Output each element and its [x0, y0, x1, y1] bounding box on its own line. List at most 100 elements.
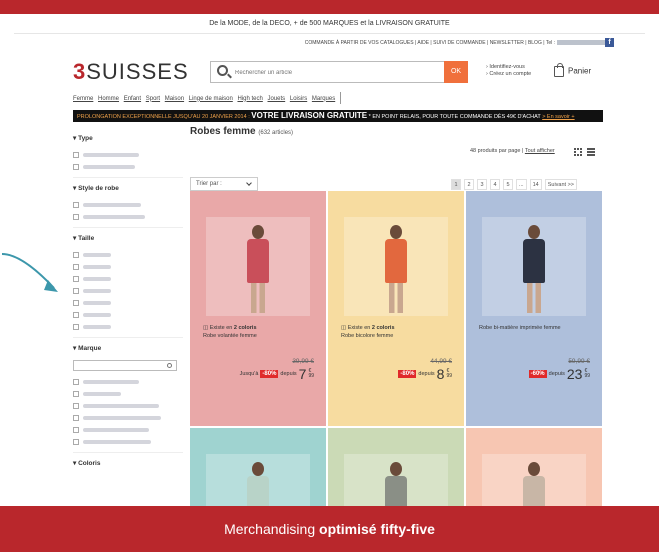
price-cents: €99	[584, 368, 590, 379]
page-ellipsis: ...	[516, 179, 527, 190]
sort-select[interactable]: Trier par :	[190, 177, 258, 191]
checkbox[interactable]	[73, 378, 79, 385]
list-view-icon[interactable]	[587, 148, 595, 156]
checkbox[interactable]	[73, 251, 79, 258]
page-14[interactable]: 14	[529, 179, 542, 190]
product-image[interactable]	[482, 454, 586, 506]
page-title: Robes femme (632 articles)	[190, 126, 294, 137]
nav-item-loisirs[interactable]: Loisirs	[290, 96, 307, 102]
page-5[interactable]: 5	[503, 179, 513, 190]
filter-option[interactable]	[73, 322, 183, 331]
caption-footer: Merchandising optimisé fifty-five	[0, 506, 659, 552]
facebook-icon[interactable]: f	[605, 38, 614, 47]
checkbox[interactable]	[73, 402, 79, 409]
cart-button[interactable]: Panier	[554, 63, 591, 77]
page-2[interactable]: 2	[464, 179, 474, 190]
product-card[interactable]: Robe bi-matière imprimée femme 59,99 € -60…	[466, 191, 602, 426]
filter-option[interactable]	[73, 200, 183, 209]
filter-option[interactable]	[73, 425, 183, 434]
nav-item-jouets[interactable]: Jouets	[268, 96, 286, 102]
filter-title-taille[interactable]: ▾ Taille	[73, 234, 183, 242]
filter-title-style[interactable]: ▾ Style de robe	[73, 184, 183, 192]
product-card[interactable]: ◫ Existe en 2 coloris Robe bicolore femme…	[328, 191, 464, 426]
filter-option[interactable]	[73, 310, 183, 319]
price-depuis: depuis	[418, 371, 435, 377]
filter-title-marque[interactable]: ▾ Marque	[73, 344, 183, 352]
utility-links[interactable]: COMMANDE À PARTIR DE VOS CATALOGUES | AI…	[305, 40, 605, 46]
nav-item-sport[interactable]: Sport	[146, 96, 160, 102]
article-count: (632 articles)	[258, 130, 294, 136]
checkbox[interactable]	[73, 263, 79, 270]
login-link[interactable]: › Identifiez-vous	[486, 64, 531, 71]
product-name[interactable]: Robe bi-matière imprimée femme	[479, 324, 599, 332]
product-name[interactable]: Robe volantée femme	[203, 332, 323, 340]
checkbox[interactable]	[73, 426, 79, 433]
filter-option[interactable]	[73, 401, 183, 410]
checkbox[interactable]	[73, 414, 79, 421]
filter-option[interactable]	[73, 274, 183, 283]
product-image[interactable]	[206, 217, 310, 316]
checkbox[interactable]	[73, 287, 79, 294]
product-card[interactable]	[466, 428, 602, 506]
checkbox[interactable]	[73, 213, 79, 220]
filter-option[interactable]	[73, 162, 183, 171]
filter-option[interactable]	[73, 389, 183, 398]
annotation-arrow-icon	[1, 253, 58, 292]
checkbox[interactable]	[73, 390, 79, 397]
next-page-link[interactable]: Suivant >>	[544, 179, 578, 190]
checkbox[interactable]	[73, 163, 79, 170]
filter-option[interactable]	[73, 377, 183, 386]
checkbox[interactable]	[73, 438, 79, 445]
create-account-link[interactable]: › Créez un compte	[486, 71, 531, 78]
nav-item-maison[interactable]: Maison	[165, 96, 184, 102]
checkbox[interactable]	[73, 201, 79, 208]
checkbox[interactable]	[73, 275, 79, 282]
nav-divider	[339, 92, 341, 104]
checkbox[interactable]	[73, 299, 79, 306]
product-image[interactable]	[206, 454, 310, 506]
filter-sidebar: ▾ Type ▾ Style de robe ▾ Taille ▾ Marque…	[73, 128, 183, 475]
filter-option[interactable]	[73, 298, 183, 307]
show-all-link[interactable]: Tout afficher	[525, 148, 555, 154]
nav-item-homme[interactable]: Homme	[98, 96, 119, 102]
filter-option[interactable]	[73, 413, 183, 422]
price-cents: €99	[308, 368, 314, 379]
checkbox[interactable]	[73, 151, 79, 158]
filter-option[interactable]	[73, 250, 183, 259]
old-price: 59,99 €	[568, 358, 590, 365]
filter-title-coloris[interactable]: ▾ Coloris	[73, 459, 183, 467]
product-card[interactable]: ◫ Existe en 2 coloris Robe volantée femme…	[190, 191, 326, 426]
top-red-bar	[0, 0, 659, 14]
checkbox[interactable]	[73, 311, 79, 318]
product-card[interactable]	[190, 428, 326, 506]
nav-item-linge[interactable]: Linge de maison	[189, 96, 233, 102]
product-name[interactable]: Robe bicolore femme	[341, 332, 461, 340]
page-1[interactable]: 1	[451, 179, 461, 190]
filter-option[interactable]	[73, 437, 183, 446]
page-4[interactable]: 4	[490, 179, 500, 190]
filter-title-type[interactable]: ▾ Type	[73, 134, 183, 142]
logo[interactable]: 3SUISSES	[73, 59, 189, 85]
nav-item-marques[interactable]: Marques	[312, 96, 335, 102]
product-image[interactable]	[344, 217, 448, 316]
checkbox[interactable]	[73, 323, 79, 330]
nav-item-enfant[interactable]: Enfant	[124, 96, 141, 102]
page-3[interactable]: 3	[477, 179, 487, 190]
product-card[interactable]	[328, 428, 464, 506]
search-input[interactable]	[235, 66, 435, 79]
product-image[interactable]	[344, 454, 448, 506]
discount-badge: -80%	[260, 370, 279, 378]
promo-banner[interactable]: PROLONGATION EXCEPTIONNELLE JUSQU'AU 20 …	[73, 110, 603, 122]
filter-option[interactable]	[73, 150, 183, 159]
banner-more-link[interactable]: > En savoir +	[542, 114, 574, 120]
search-ok-button[interactable]: OK	[444, 61, 468, 83]
nav-item-high-tech[interactable]: High tech	[237, 96, 262, 102]
filter-option[interactable]	[73, 286, 183, 295]
brand-search-input[interactable]	[73, 360, 177, 371]
grid-view-icon[interactable]	[574, 148, 582, 156]
filter-option[interactable]	[73, 212, 183, 221]
product-image[interactable]	[482, 217, 586, 316]
nav-item-femme[interactable]: Femme	[73, 96, 93, 102]
price-cents: €99	[446, 368, 452, 379]
filter-option[interactable]	[73, 262, 183, 271]
